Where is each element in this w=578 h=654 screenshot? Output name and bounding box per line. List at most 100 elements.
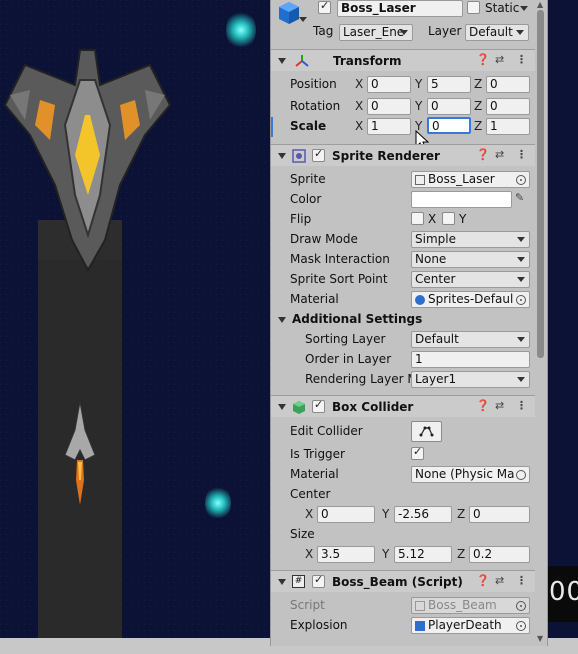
explosion-field[interactable]: PlayerDeath <box>411 617 530 634</box>
object-picker-icon[interactable] <box>516 175 526 185</box>
fold-arrow-icon[interactable] <box>278 58 286 64</box>
star-sprite <box>226 10 256 50</box>
fold-arrow-icon[interactable] <box>278 153 286 159</box>
position-x-field[interactable]: 0 <box>367 76 411 93</box>
active-checkbox[interactable] <box>318 0 331 14</box>
sort-point-dropdown[interactable]: Center <box>411 271 530 288</box>
edit-collider-button[interactable] <box>411 421 442 442</box>
box-collider-header[interactable]: Box Collider ❓ ⇄ ⋮ <box>271 395 536 417</box>
presets-icon[interactable]: ⇄ <box>495 53 504 66</box>
transform-header[interactable]: Transform ❓ ⇄ ⋮ <box>271 49 536 71</box>
fold-arrow-icon[interactable] <box>278 579 286 585</box>
static-checkbox[interactable] <box>467 1 480 14</box>
axis-z-label: Z <box>474 119 483 133</box>
scene-background-right <box>545 0 578 654</box>
chevron-down-icon <box>516 30 524 35</box>
script-enabled-checkbox[interactable] <box>312 573 325 588</box>
rotation-x-field[interactable]: 0 <box>367 98 411 115</box>
scale-label: Scale <box>290 119 327 133</box>
sprite-renderer-header[interactable]: Sprite Renderer ❓ ⇄ ⋮ <box>271 144 536 166</box>
sorting-layer-value: Default <box>415 332 459 346</box>
inspector-scrollbar[interactable]: ▲ ▼ <box>535 0 546 646</box>
center-z-field[interactable]: 0 <box>469 506 530 523</box>
mask-interaction-dropdown[interactable]: None <box>411 251 530 268</box>
help-icon[interactable]: ❓ <box>476 53 490 66</box>
axis-x-label: X <box>355 119 364 133</box>
more-options-icon[interactable]: ⋮ <box>516 399 527 412</box>
tag-dropdown[interactable]: Laser_Ene <box>339 24 413 41</box>
size-z-field[interactable]: 0.2 <box>469 546 530 563</box>
is-trigger-checkbox[interactable] <box>411 445 424 460</box>
static-label: Static <box>485 1 520 15</box>
sorting-layer-label: Sorting Layer <box>305 332 386 346</box>
help-icon[interactable]: ❓ <box>476 399 490 412</box>
chevron-down-icon <box>517 277 525 282</box>
player-ship-sprite <box>64 401 96 505</box>
more-options-icon[interactable]: ⋮ <box>516 148 527 161</box>
boss-beam-script-header[interactable]: # Boss_Beam (Script) ❓ ⇄ ⋮ <box>271 570 536 592</box>
order-in-layer-field[interactable]: 1 <box>411 351 530 368</box>
color-label: Color <box>290 192 322 206</box>
scroll-down-icon[interactable]: ▼ <box>537 634 543 643</box>
sprite-renderer-enabled-checkbox[interactable] <box>312 147 325 162</box>
axis-z-label: Z <box>457 547 466 561</box>
sprite-field[interactable]: Boss_Laser <box>411 171 530 188</box>
sort-point-value: Center <box>415 272 456 286</box>
scrollbar-thumb[interactable] <box>537 10 544 358</box>
color-swatch[interactable] <box>411 191 512 208</box>
axis-z-label: Z <box>474 99 483 113</box>
more-options-icon[interactable]: ⋮ <box>516 53 527 66</box>
eyedropper-icon[interactable]: ✎ <box>515 191 524 204</box>
scale-x-field[interactable]: 1 <box>367 118 411 135</box>
axis-x-label: X <box>305 547 314 561</box>
sorting-layer-dropdown[interactable]: Default <box>411 331 530 348</box>
position-z-field[interactable]: 0 <box>486 76 530 93</box>
axis-x-label: X <box>305 507 314 521</box>
mask-interaction-value: None <box>415 252 447 266</box>
object-picker-icon[interactable] <box>516 470 526 480</box>
axis-z-label: Z <box>474 77 483 91</box>
object-picker-icon[interactable] <box>516 295 526 305</box>
size-x-field[interactable]: 3.5 <box>317 546 375 563</box>
flip-y-label: Y <box>459 212 467 226</box>
transform-icon <box>295 55 309 67</box>
fold-arrow-icon[interactable] <box>278 404 286 410</box>
scale-y-field[interactable]: 0 <box>427 117 471 134</box>
rotation-z-field[interactable]: 0 <box>486 98 530 115</box>
layer-dropdown[interactable]: Default <box>465 24 529 41</box>
position-y-field[interactable]: 5 <box>427 76 471 93</box>
additional-settings-title[interactable]: Additional Settings <box>292 312 422 326</box>
presets-icon[interactable]: ⇄ <box>495 399 504 412</box>
presets-icon[interactable]: ⇄ <box>495 574 504 587</box>
material-value: Sprites-Defaul <box>428 292 514 306</box>
material-field[interactable]: Sprites-Defaul <box>411 291 530 308</box>
layer-label: Layer <box>428 24 462 38</box>
object-name-field[interactable]: Boss_Laser <box>337 0 463 17</box>
static-dropdown-caret[interactable] <box>520 6 528 11</box>
icon-dropdown-caret[interactable] <box>299 17 307 22</box>
rotation-y-field[interactable]: 0 <box>427 98 471 115</box>
object-picker-icon[interactable] <box>516 621 526 631</box>
order-in-layer-label: Order in Layer <box>305 352 392 366</box>
draw-mode-dropdown[interactable]: Simple <box>411 231 530 248</box>
axis-y-label: Y <box>415 77 423 91</box>
axis-y-label: Y <box>382 507 390 521</box>
scale-z-field[interactable]: 1 <box>486 118 530 135</box>
presets-icon[interactable]: ⇄ <box>495 148 504 161</box>
help-icon[interactable]: ❓ <box>476 574 490 587</box>
rendering-layer-dropdown[interactable]: Layer1 <box>411 371 530 388</box>
more-options-icon[interactable]: ⋮ <box>516 574 527 587</box>
center-y-field[interactable]: -2.56 <box>394 506 452 523</box>
draw-mode-value: Simple <box>415 232 456 246</box>
collider-material-field[interactable]: None (Physic Ma <box>411 466 530 483</box>
box-collider-enabled-checkbox[interactable] <box>312 398 325 413</box>
center-x-field[interactable]: 0 <box>317 506 375 523</box>
help-icon[interactable]: ❓ <box>476 148 490 161</box>
size-y-field[interactable]: 5.12 <box>394 546 452 563</box>
is-trigger-label: Is Trigger <box>290 447 345 461</box>
flip-y-checkbox[interactable] <box>442 212 455 225</box>
fold-arrow-icon[interactable] <box>278 317 286 323</box>
scroll-up-icon[interactable]: ▲ <box>537 0 543 9</box>
flip-x-checkbox[interactable] <box>411 212 424 225</box>
axis-x-label: X <box>355 77 364 91</box>
